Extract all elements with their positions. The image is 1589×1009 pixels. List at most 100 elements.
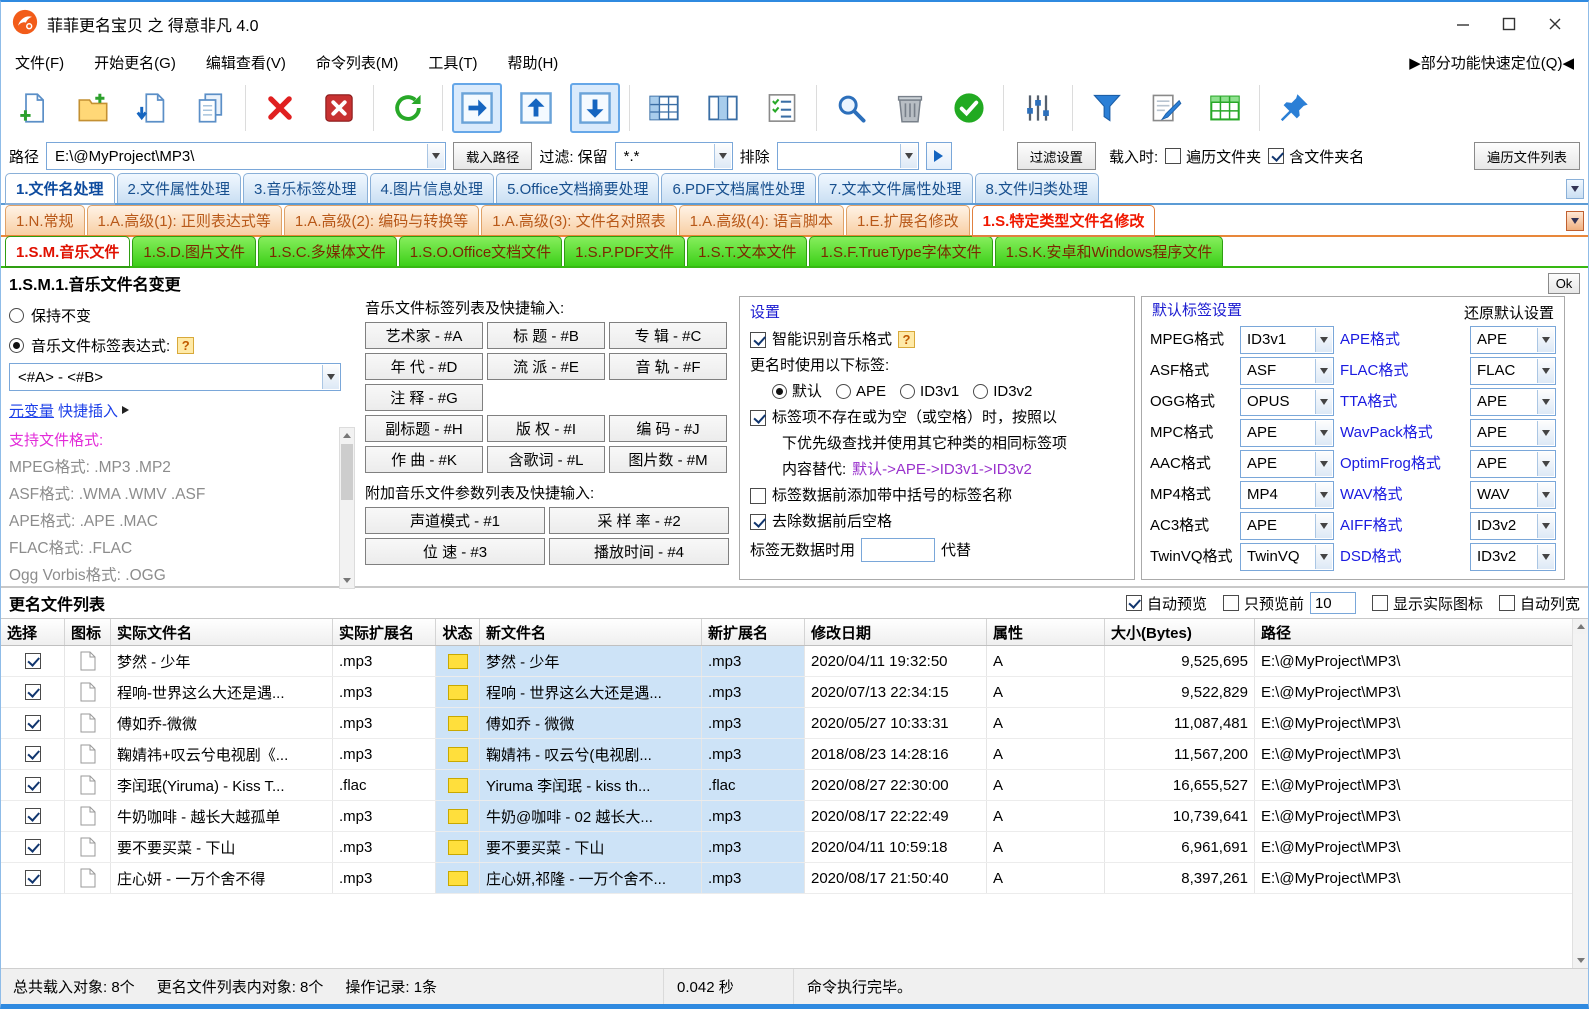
clear-list-button[interactable]	[314, 83, 364, 133]
tab-multimedia-files[interactable]: 1.S.C.多媒体文件	[258, 236, 397, 266]
path-combobox[interactable]: E:\@MyProject\MP3\	[46, 142, 446, 170]
menu-edit-view[interactable]: 编辑查看(V)	[206, 52, 286, 73]
expression-combobox[interactable]: <#A> - <#B>	[9, 363, 341, 391]
show-real-icons-checkbox[interactable]: 显示实际图标	[1372, 593, 1483, 614]
aiff-format-select[interactable]: ID3v2	[1470, 512, 1556, 540]
table-row[interactable]: 庄心妍 - 一万个舍不得 .mp3 庄心妍,祁隆 - 一万个舍不... .mp3…	[1, 863, 1572, 894]
include-folder-name-checkbox-box[interactable]	[1268, 148, 1284, 164]
smart-detect-checkbox[interactable]	[750, 332, 766, 348]
smart-detect-help-icon[interactable]: ?	[898, 331, 915, 348]
restore-defaults-link[interactable]: 还原默认设置	[1464, 302, 1554, 323]
col-icon[interactable]: 图标	[65, 619, 111, 645]
tag-genre-button[interactable]: 流 派 - #E	[487, 353, 605, 380]
table-scrollbar[interactable]	[1572, 619, 1588, 968]
col-modified-date[interactable]: 修改日期	[805, 619, 987, 645]
tag-comment-button[interactable]: 注 释 - #G	[365, 384, 483, 411]
adjust-settings-button[interactable]	[1013, 83, 1063, 133]
apply-filter-button[interactable]	[926, 142, 952, 170]
tab-extension-modify[interactable]: 1.E.扩展名修改	[846, 205, 970, 235]
include-folder-name-checkbox[interactable]: 含文件夹名	[1268, 146, 1364, 167]
table-row[interactable]: 牛奶咖啡 - 越长大越孤单 .mp3 牛奶@咖啡 - 02 越长大... .mp…	[1, 801, 1572, 832]
quick-insert-link[interactable]: 快捷插入	[58, 400, 118, 421]
flac-format-label[interactable]: FLAC格式	[1340, 359, 1464, 380]
traverse-folders-checkbox[interactable]: 遍历文件夹	[1165, 146, 1261, 167]
search-button[interactable]	[826, 83, 876, 133]
col-actual-ext[interactable]: 实际扩展名	[333, 619, 436, 645]
tab-truetype-files[interactable]: 1.S.F.TrueType字体文件	[809, 236, 992, 266]
wav-format-select[interactable]: WAV	[1470, 481, 1556, 509]
menu-tools[interactable]: 工具(T)	[428, 52, 477, 73]
tta-format-label[interactable]: TTA格式	[1340, 390, 1464, 411]
tta-format-select[interactable]: APE	[1470, 388, 1556, 416]
formats-scrollbar[interactable]	[339, 427, 355, 589]
clear-filter-button[interactable]	[885, 83, 935, 133]
row-checkbox[interactable]	[25, 684, 41, 700]
col-size[interactable]: 大小(Bytes)	[1105, 619, 1255, 645]
tab-filename-processing[interactable]: 1.文件名处理	[5, 173, 115, 205]
expression-dropdown-icon[interactable]	[322, 365, 339, 389]
param-bitrate-button[interactable]: 位 速 - #3	[365, 538, 545, 565]
tab-image-files[interactable]: 1.S.D.图片文件	[132, 236, 256, 266]
tab-advanced-encoding[interactable]: 1.A.高级(2): 编码与转换等	[284, 205, 479, 235]
tag-source-id3v2-radio[interactable]: ID3v2	[973, 382, 1032, 401]
scroll-down-icon[interactable]	[340, 573, 354, 588]
filter-combobox[interactable]: *.*	[615, 142, 733, 170]
tab-image-info[interactable]: 4.图片信息处理	[370, 173, 495, 203]
tag-copyright-button[interactable]: 版 权 - #I	[487, 415, 605, 442]
row-checkbox[interactable]	[25, 870, 41, 886]
filter-dropdown-icon[interactable]	[714, 144, 731, 168]
aiff-format-label[interactable]: AIFF格式	[1340, 514, 1464, 535]
new-file-button[interactable]	[9, 83, 59, 133]
aac-format-select[interactable]: APE	[1240, 450, 1334, 478]
traverse-folders-checkbox-box[interactable]	[1165, 148, 1181, 164]
auto-preview-checkbox[interactable]: 自动预览	[1126, 593, 1207, 614]
tab-advanced-regex[interactable]: 1.A.高级(1): 正则表达式等	[87, 205, 282, 235]
tag-expression-radio-circle[interactable]	[9, 338, 24, 353]
row-checkbox[interactable]	[25, 715, 41, 731]
maximize-button[interactable]	[1486, 7, 1532, 41]
meta-variable-link[interactable]: 元变量	[9, 400, 54, 421]
tag-pictures-button[interactable]: 图片数 - #M	[609, 446, 727, 473]
col-new-ext[interactable]: 新扩展名	[702, 619, 805, 645]
close-button[interactable]	[1532, 7, 1578, 41]
scroll-thumb[interactable]	[341, 444, 353, 500]
ape-format-label[interactable]: APE格式	[1340, 328, 1464, 349]
table-row[interactable]: 梦然 - 少年 .mp3 梦然 - 少年 .mp3 2020/04/11 19:…	[1, 646, 1572, 677]
ogg-format-select[interactable]: OPUS	[1240, 388, 1334, 416]
tag-track-button[interactable]: 音 轨 - #F	[609, 353, 727, 380]
filter-settings-button[interactable]: 过滤设置	[1017, 142, 1096, 170]
table-row[interactable]: 要不要买菜 - 下山 .mp3 要不要买菜 - 下山 .mp3 2020/04/…	[1, 832, 1572, 863]
col-select[interactable]: 选择	[1, 619, 65, 645]
col-actual-name[interactable]: 实际文件名	[111, 619, 333, 645]
tab-advanced-mapping[interactable]: 1.A.高级(3): 文件名对照表	[481, 205, 676, 235]
col-status[interactable]: 状态	[436, 619, 480, 645]
optimfrog-format-select[interactable]: APE	[1470, 450, 1556, 478]
tab-android-windows-files[interactable]: 1.S.K.安卓和Windows程序文件	[995, 236, 1224, 266]
tab-normal[interactable]: 1.N.常规	[5, 205, 85, 235]
param-sample-rate-button[interactable]: 采 样 率 - #2	[549, 507, 729, 534]
add-folder-button[interactable]	[68, 83, 118, 133]
path-dropdown-icon[interactable]	[427, 144, 444, 168]
table-scroll-down-icon[interactable]	[1573, 953, 1588, 968]
menu-start-rename[interactable]: 开始更名(G)	[94, 52, 176, 73]
twinvq-format-select[interactable]: TwinVQ	[1240, 543, 1334, 571]
table-row[interactable]: 傅如乔-微微 .mp3 傅如乔 - 微微 .mp3 2020/05/27 10:…	[1, 708, 1572, 739]
tag-artist-button[interactable]: 艺术家 - #A	[365, 322, 483, 349]
move-right-button[interactable]	[452, 83, 502, 133]
tab-strip1-overflow-button[interactable]	[1566, 179, 1584, 199]
mpeg-format-select[interactable]: ID3v1	[1240, 326, 1334, 354]
keep-unchanged-radio[interactable]: 保持不变	[9, 300, 355, 330]
menu-file[interactable]: 文件(F)	[15, 52, 64, 73]
param-duration-button[interactable]: 播放时间 - #4	[549, 538, 729, 565]
filter-button[interactable]	[1082, 83, 1132, 133]
keep-unchanged-radio-circle[interactable]	[9, 308, 24, 323]
tag-priority-checkbox[interactable]	[750, 410, 766, 426]
exclude-combobox[interactable]	[777, 142, 919, 170]
tab-text-attributes[interactable]: 7.文本文件属性处理	[818, 173, 973, 203]
load-path-button[interactable]: 载入路径	[453, 142, 532, 170]
expression-help-icon[interactable]: ?	[177, 337, 194, 354]
trim-spaces-checkbox[interactable]	[750, 514, 766, 530]
tab-strip2-overflow-button[interactable]	[1566, 211, 1584, 231]
mp4-format-select[interactable]: MP4	[1240, 481, 1334, 509]
row-checkbox[interactable]	[25, 777, 41, 793]
